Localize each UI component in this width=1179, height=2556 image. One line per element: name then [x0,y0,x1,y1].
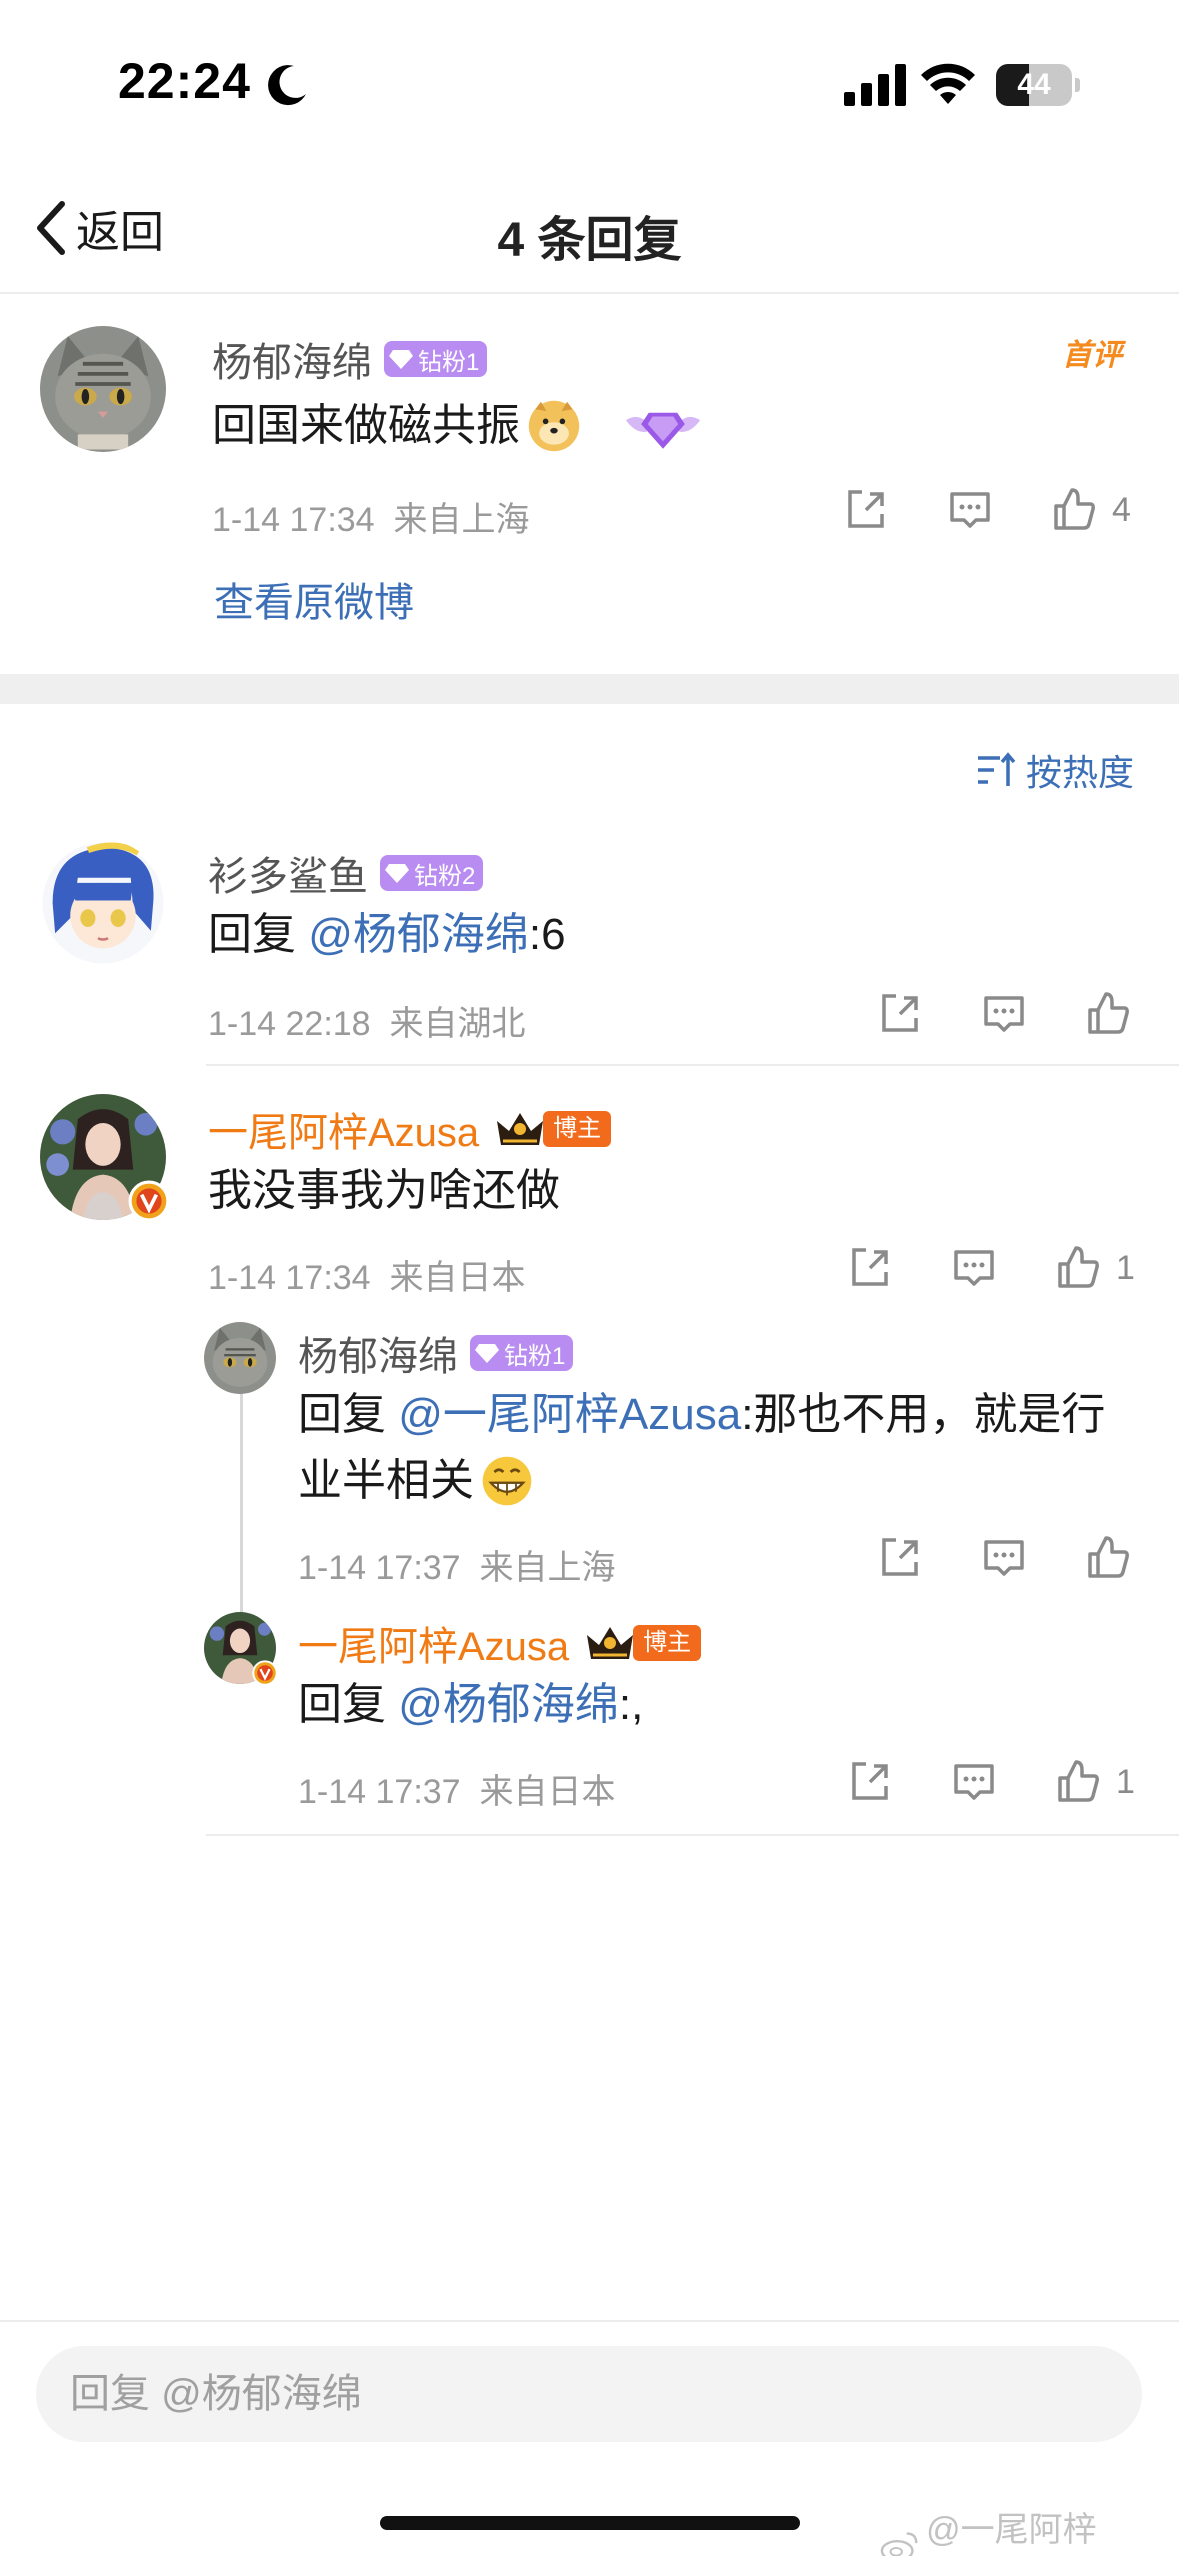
nav-bar: 返回 4 条回复 [0,150,1179,294]
reply-prefix: 回复 [298,1390,399,1439]
first-review-tag: 首评 [1062,339,1122,372]
divider [206,1834,1179,1836]
comment-meta: 1-14 17:34 来自日本 [208,1259,526,1297]
diamond-fan-decoration [625,412,701,449]
comment-text: 回复 @杨郁海绵:, [298,1672,643,1738]
comment-meta: 1-14 22:18 来自湖北 [208,1005,526,1043]
thread-line [240,1390,243,1622]
comment-username[interactable]: 杨郁海绵 [298,1324,458,1382]
avatar[interactable] [40,326,166,452]
comment-icon[interactable] [950,1758,998,1806]
divider [206,1064,1179,1066]
mention-link[interactable]: @一尾阿梓Azusa [398,1390,741,1439]
crown-icon [587,1627,634,1659]
like-count: 1 [1116,1248,1135,1287]
like-icon[interactable] [1050,486,1098,534]
comment-username[interactable]: 衫多鲨鱼 [208,844,368,902]
cat-avatar-image [204,1322,276,1394]
comment-username[interactable]: 一尾阿梓Azusa [208,1100,479,1158]
gem-icon [475,1344,499,1363]
status-time: 22:24 [118,53,251,109]
like-icon[interactable] [1054,1244,1102,1292]
watermark: @一尾阿梓Azusa [880,2502,1179,2556]
comment-icon[interactable] [980,1534,1028,1582]
doge-emoji [528,400,580,452]
comment-meta: 1-14 17:34 来自上海 [212,501,530,539]
fan-badge[interactable]: 钻粉2 [380,855,484,891]
avatar[interactable] [40,840,166,966]
blogger-badge: 博主 [633,1625,702,1661]
share-icon[interactable] [846,1244,894,1292]
comment-text: 我没事我为啥还做 [208,1166,560,1215]
page-title: 4 条回复 [497,214,682,267]
blogger-badge: 博主 [543,1111,612,1147]
reply-prefix: 回复 [208,910,309,959]
comment-meta: 1-14 17:37 来自上海 [298,1549,616,1587]
moon-icon [268,65,306,106]
crown-icon [497,1113,544,1145]
sort-icon [978,752,1016,786]
status-bar: 22:24 44 [0,0,1179,150]
view-original-weibo-link[interactable]: 查看原微博 [214,570,414,628]
like-count: 1 [1116,1762,1135,1801]
comment-text-content: 业半相关 [298,1456,474,1505]
reply-prefix: 回复 [298,1680,399,1729]
watermark-text: @一尾阿梓Azusa [926,2511,1097,2556]
fan-badge-label: 钻粉2 [414,862,476,890]
like-icon[interactable] [1054,1758,1102,1806]
fan-badge[interactable]: 钻粉1 [470,1335,574,1371]
comment-text: 回国来做磁共振 [212,388,708,464]
comment-text-content: :那也不用，就是行 [741,1390,1106,1439]
comment-text-content: 回国来做磁共振 [212,401,520,450]
comment-icon[interactable] [950,1244,998,1292]
like-icon[interactable] [1084,1534,1132,1582]
home-indicator[interactable] [380,2516,800,2530]
like-icon[interactable] [1084,990,1132,1038]
reply-input[interactable]: 回复 @杨郁海绵 [36,2346,1142,2442]
battery-level: 44 [1017,68,1051,101]
comment-username[interactable]: 杨郁海绵 [212,330,372,388]
share-icon[interactable] [846,1758,894,1806]
comment-text-content: :6 [528,910,566,959]
share-icon[interactable] [842,486,890,534]
anime-avatar-image [40,840,166,966]
avatar[interactable] [204,1322,276,1394]
fan-badge[interactable]: 钻粉1 [384,341,488,377]
sort-label: 按热度 [1026,752,1135,793]
grin-emoji [482,1456,532,1506]
signal-icon [844,64,906,106]
mention-link[interactable]: @杨郁海绵 [398,1680,619,1729]
comment-icon[interactable] [980,990,1028,1038]
comment-meta: 1-14 17:37 来自日本 [298,1773,616,1811]
fan-badge-label: 钻粉1 [418,348,480,376]
main-comment: 杨郁海绵 钻粉1 首评 回国来做磁共振 1-14 17:34 来自上海 4 查看… [0,296,1179,674]
gem-icon [389,350,413,369]
share-icon[interactable] [876,990,924,1038]
verified-icon [128,1180,170,1222]
weibo-logo-icon [880,2532,918,2556]
fan-badge-label: 钻粉1 [504,1342,566,1370]
comment-text: 回复 @一尾阿梓Azusa:那也不用，就是行 业半相关 [298,1382,1138,1514]
comment-icon[interactable] [946,486,994,534]
section-divider [0,674,1179,704]
sort-by-hot-button[interactable]: 按热度 [976,744,1134,796]
cat-avatar-image [40,326,166,452]
comment-username[interactable]: 一尾阿梓Azusa [298,1614,569,1672]
gem-icon [385,864,409,883]
comment-text-content: :, [618,1680,644,1729]
share-icon[interactable] [876,1534,924,1582]
wifi-icon [921,63,975,104]
comment-text: 回复 @杨郁海绵:6 [208,902,566,968]
like-count: 4 [1112,490,1131,529]
mention-link[interactable]: @杨郁海绵 [308,910,529,959]
verified-icon [252,1660,278,1686]
battery-icon: 44 [996,64,1080,106]
